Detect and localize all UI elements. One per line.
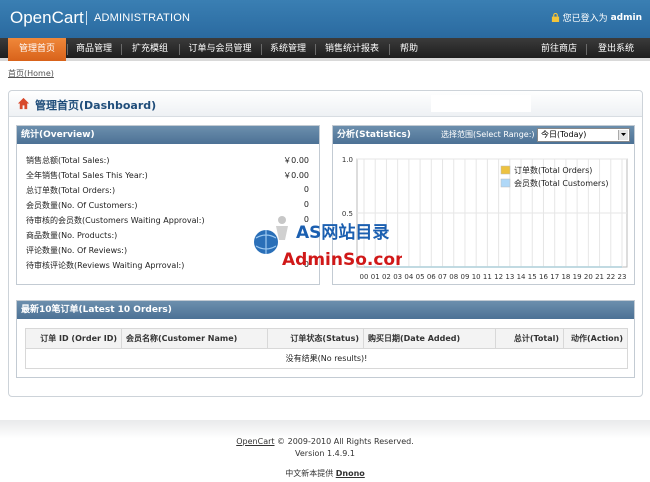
table-header-row: 订单 ID (Order ID) 会员名称(Customer Name) 订单状…: [25, 328, 628, 349]
nav-item-help[interactable]: 帮助: [390, 38, 428, 61]
overview-label: 评论数量(No. Of Reviews:): [26, 246, 128, 255]
x-tick-label: 06: [427, 273, 436, 281]
legend-label: 会员数(Total Customers): [514, 178, 609, 188]
footer-copyright: OpenCart © 2009-2010 All Rights Reserved…: [0, 437, 650, 446]
overview-label: 会员数量(No. Of Customers:): [26, 201, 138, 210]
y-tick-label: 1.0: [342, 156, 353, 164]
nav-item-catalog[interactable]: 商品管理: [68, 38, 120, 61]
x-tick-label: 11: [483, 273, 492, 281]
column-header[interactable]: 总计(Total): [495, 328, 564, 349]
watermark-line2: AdminSo.com: [282, 250, 402, 270]
overview-label: 商品数量(No. Products:): [26, 231, 118, 240]
overview-title: 统计(Overview): [17, 126, 319, 144]
latest-orders-title: 最新10笔订单(Latest 10 Orders): [17, 301, 634, 319]
x-tick-label: 02: [382, 273, 391, 281]
statistics-title: 分析(Statistics): [337, 130, 411, 140]
footer-credit-text: 中文新本提供: [285, 469, 334, 478]
overview-value: 0: [303, 200, 309, 209]
lock-icon: [551, 13, 559, 22]
overview-value: 0: [303, 185, 309, 194]
overview-label: 全年销售(Total Sales This Year:): [26, 171, 148, 180]
x-tick-label: 10: [472, 273, 481, 281]
watermark-line1: AS网站目录: [296, 222, 389, 243]
overview-value: ￥0.00: [283, 156, 309, 165]
nav-item-logout[interactable]: 登出系统: [592, 38, 640, 61]
x-tick-label: 19: [573, 273, 582, 281]
nav-item-sales[interactable]: 订单与会员管理: [180, 38, 260, 61]
x-tick-label: 22: [606, 273, 615, 281]
column-header: 动作(Action): [563, 328, 628, 349]
range-label: 选择范围(Select Range:): [441, 130, 535, 139]
x-tick-label: 08: [449, 273, 458, 281]
watermark-logo: AS网站目录 AdminSo.com: [254, 216, 402, 270]
column-header[interactable]: 订单 ID (Order ID): [25, 328, 122, 349]
nav-item-storefront[interactable]: 前往商店: [534, 38, 584, 61]
legend-swatch: [500, 165, 511, 175]
login-prefix: 您已登入为: [562, 14, 608, 24]
page-title: 管理首页(Dashboard): [35, 99, 157, 112]
nav-separator: [586, 44, 587, 55]
x-tick-label: 18: [561, 273, 570, 281]
range-select-value: 今日(Today): [541, 130, 587, 139]
nav-item-dashboard[interactable]: 管理首页: [8, 38, 66, 61]
footer-brand-link[interactable]: OpenCart: [236, 437, 274, 446]
dashboard-header: 管理首页(Dashboard): [9, 91, 642, 117]
x-tick-label: 04: [404, 273, 413, 281]
person-icon: [278, 216, 286, 224]
breadcrumb-home[interactable]: 首页(Home): [8, 68, 54, 79]
x-tick-label: 14: [517, 273, 526, 281]
x-tick-label: 13: [505, 273, 514, 281]
column-header[interactable]: 会员名称(Customer Name): [121, 328, 268, 349]
x-tick-label: 03: [393, 273, 402, 281]
overview-label: 销售总额(Total Sales:): [26, 156, 110, 165]
range-select[interactable]: 今日(Today): [537, 128, 630, 142]
overview-label: 总订单数(Total Orders:): [26, 186, 116, 195]
column-header[interactable]: 订单状态(Status): [267, 328, 364, 349]
orders-table: 订单 ID (Order ID) 会员名称(Customer Name) 订单状…: [25, 328, 628, 369]
latest-orders-panel: 最新10笔订单(Latest 10 Orders) 订单 ID (Order I…: [16, 300, 635, 378]
footer-credit: 中文新本提供 Dnono: [0, 468, 650, 479]
table-row: 没有结果(No results)!: [25, 348, 628, 369]
home-icon: [17, 97, 30, 110]
x-tick-label: 05: [416, 273, 425, 281]
nav-item-system[interactable]: 系统管理: [262, 38, 314, 61]
overview-label: 待审核评论数(Reviews Waiting Aprroval:): [26, 261, 185, 270]
x-tick-label: 17: [550, 273, 559, 281]
footer-version: Version 1.4.9.1: [295, 449, 355, 458]
login-status: 您已登入为 admin: [551, 11, 642, 24]
main-nav: 管理首页 商品管理 扩充模组 订单与会员管理 系统管理 销售统计报表 帮助 前往…: [0, 38, 650, 61]
no-results-message: 没有结果(No results)!: [25, 348, 628, 369]
overview-label: 待审核的会员数(Customers Waiting Approval:): [26, 216, 205, 225]
x-tick-label: 16: [539, 273, 548, 281]
overview-value: ￥0.00: [283, 171, 309, 180]
x-tick-label: 23: [618, 273, 627, 281]
nav-item-reports[interactable]: 销售统计报表: [316, 38, 388, 61]
column-header[interactable]: 购买日期(Date Added): [363, 328, 496, 349]
chevron-down-icon[interactable]: [618, 130, 628, 140]
x-tick-label: 15: [528, 273, 537, 281]
legend-swatch: [500, 178, 511, 188]
login-user[interactable]: admin: [611, 13, 642, 23]
admin-title: ADMINISTRATION: [94, 12, 191, 24]
footer-credit-link[interactable]: Dnono: [336, 469, 365, 478]
x-tick-label: 01: [371, 273, 380, 281]
x-tick-label: 07: [438, 273, 447, 281]
statistics-title-bar: 分析(Statistics) 选择范围(Select Range:) 今日(To…: [333, 126, 634, 144]
x-tick-label: 21: [595, 273, 604, 281]
brand-logo[interactable]: OpenCart: [10, 8, 84, 28]
header-bar: OpenCart ADMINISTRATION 您已登入为 admin: [0, 0, 650, 38]
legend-label: 订单数(Total Orders): [514, 165, 592, 175]
x-tick-label: 00: [360, 273, 369, 281]
nav-item-extensions[interactable]: 扩充模组: [122, 38, 178, 61]
brand-separator: [86, 11, 87, 25]
x-tick-label: 09: [460, 273, 469, 281]
header-blank-area: [431, 95, 531, 112]
x-tick-label: 12: [494, 273, 503, 281]
footer-copyright-text: © 2009-2010 All Rights Reserved.: [274, 437, 414, 446]
x-tick-label: 20: [584, 273, 593, 281]
